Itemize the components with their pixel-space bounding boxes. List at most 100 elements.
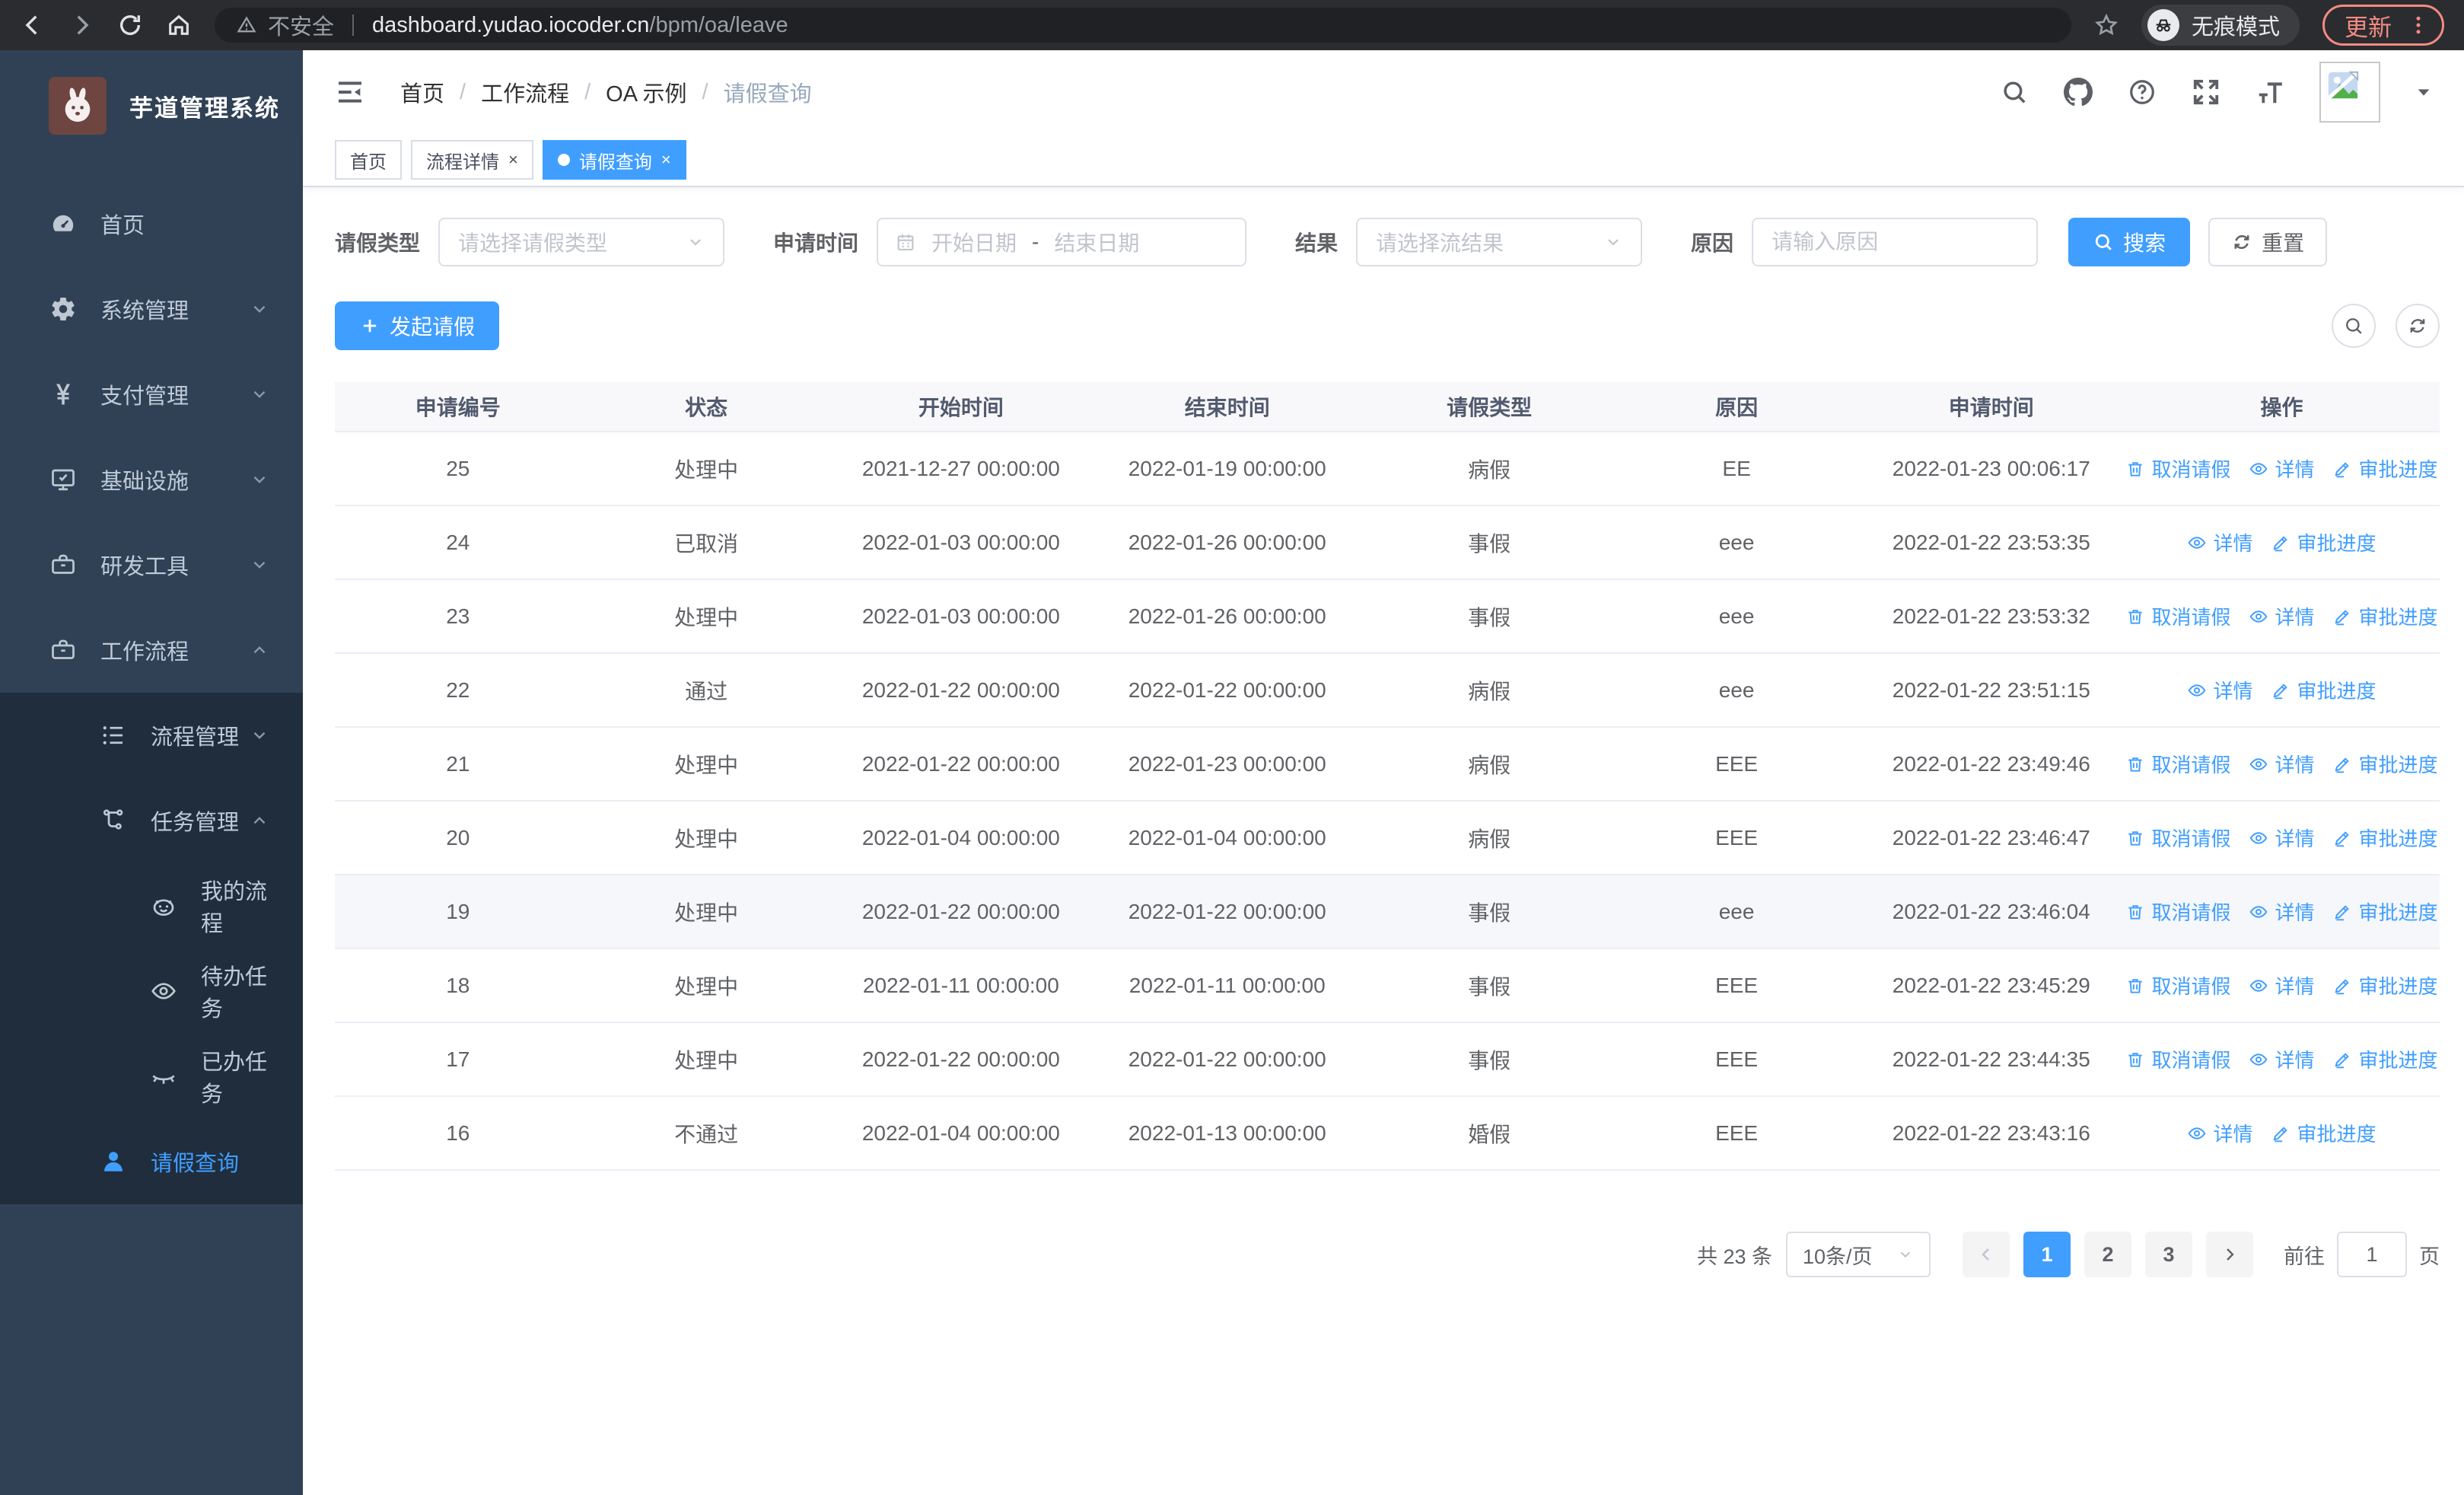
approval-progress-link[interactable]: 审批进度: [2271, 1119, 2376, 1147]
chevron-down-icon[interactable]: [2415, 84, 2432, 100]
avatar[interactable]: [2319, 62, 2380, 123]
browser-update-button[interactable]: 更新: [2322, 5, 2444, 46]
cancel-leave-link[interactable]: 取消请假: [2125, 897, 2230, 926]
action-label: 取消请假: [2151, 458, 2231, 481]
result-select[interactable]: 请选择流结果: [1356, 218, 1643, 266]
action-label: 审批进度: [2358, 1049, 2438, 1072]
sidebar-item-已办任务[interactable]: 已办任务: [0, 1034, 303, 1119]
cell-start: 2022-01-22 00:00:00: [861, 751, 1060, 776]
breadcrumb-item-工作流程[interactable]: 工作流程: [481, 76, 569, 108]
cancel-leave-link[interactable]: 取消请假: [2125, 750, 2230, 778]
cancel-leave-link[interactable]: 取消请假: [2125, 454, 2230, 483]
leave-type-select[interactable]: 请选择请假类型: [438, 218, 725, 266]
tab-首页[interactable]: 首页: [335, 140, 402, 180]
cancel-leave-link[interactable]: 取消请假: [2125, 971, 2230, 999]
sidebar-item-请假查询[interactable]: 请假查询: [0, 1119, 303, 1204]
sidebar-item-首页[interactable]: 首页: [0, 181, 303, 266]
sidebar-item-研发工具[interactable]: 研发工具: [0, 522, 303, 607]
show-search-button[interactable]: [2332, 304, 2376, 348]
forward-icon[interactable]: [68, 12, 94, 38]
pen-icon: [2332, 1050, 2352, 1069]
address-bar[interactable]: 不安全 dashboard.yudao.iocoder.cn/bpm/oa/le…: [215, 8, 2071, 43]
fullscreen-icon[interactable]: [2192, 78, 2220, 107]
sidebar-item-待办任务[interactable]: 待办任务: [0, 948, 303, 1034]
chevron-down-icon: [1604, 233, 1622, 251]
page-size-select[interactable]: 10条/页: [1786, 1232, 1931, 1277]
app-logo[interactable]: 芋道管理系统: [0, 50, 303, 161]
menu-fold-icon[interactable]: [335, 77, 365, 107]
bookmark-star-icon[interactable]: [2094, 13, 2119, 37]
sidebar-item-工作流程[interactable]: 工作流程: [0, 607, 303, 693]
cancel-leave-link[interactable]: 取消请假: [2125, 1045, 2230, 1073]
search-button[interactable]: 搜索: [2068, 218, 2191, 266]
approval-progress-link[interactable]: 审批进度: [2332, 602, 2438, 630]
kebab-menu-icon[interactable]: [2407, 14, 2430, 37]
detail-link[interactable]: 详情: [2249, 897, 2314, 926]
approval-progress-link[interactable]: 审批进度: [2332, 824, 2438, 852]
prev-page-button[interactable]: [1963, 1232, 2010, 1277]
action-label: 审批进度: [2358, 975, 2438, 998]
cell-type: 婚假: [1468, 1122, 1511, 1146]
approval-progress-link[interactable]: 审批进度: [2332, 454, 2438, 483]
reason-input[interactable]: [1752, 218, 2039, 266]
approval-progress-link[interactable]: 审批进度: [2332, 971, 2438, 999]
close-icon[interactable]: ×: [508, 150, 518, 170]
sidebar-item-基础设施[interactable]: 基础设施: [0, 437, 303, 522]
detail-link[interactable]: 详情: [2249, 1045, 2314, 1073]
sidebar-item-我的流程[interactable]: 我的流程: [0, 863, 303, 948]
home-icon[interactable]: [166, 12, 192, 38]
close-icon[interactable]: ×: [661, 150, 671, 170]
detail-link[interactable]: 详情: [2187, 528, 2252, 556]
cell-end: 2022-01-11 00:00:00: [1129, 973, 1326, 997]
back-icon[interactable]: [20, 12, 46, 38]
sidebar-item-流程管理[interactable]: 流程管理: [0, 693, 303, 778]
github-icon[interactable]: [2064, 78, 2093, 107]
next-page-button[interactable]: [2206, 1232, 2253, 1277]
cancel-leave-link[interactable]: 取消请假: [2125, 602, 2230, 630]
breadcrumb-item-首页[interactable]: 首页: [400, 76, 444, 108]
search-icon[interactable]: [2000, 78, 2029, 107]
sidebar-item-label: 工作流程: [100, 640, 189, 665]
approval-progress-link[interactable]: 审批进度: [2271, 528, 2376, 556]
help-icon[interactable]: [2128, 78, 2157, 107]
page-button-1[interactable]: 1: [2023, 1232, 2071, 1277]
breadcrumb-item-OA示例[interactable]: OA 示例: [606, 76, 686, 108]
tab-请假查询[interactable]: 请假查询 ×: [542, 140, 686, 180]
sidebar-item-支付管理[interactable]: 支付管理: [0, 352, 303, 437]
apply-time-range-picker[interactable]: 开始日期 - 结束日期: [877, 218, 1247, 266]
sidebar-item-系统管理[interactable]: 系统管理: [0, 266, 303, 352]
end-date-placeholder: 结束日期: [1054, 231, 1140, 255]
detail-link[interactable]: 详情: [2249, 454, 2314, 483]
cell-type: 事假: [1468, 901, 1511, 925]
breadcrumb: 首页 / 工作流程 / OA 示例 / 请假查询: [400, 76, 812, 108]
tab-label: 流程详情: [426, 151, 499, 173]
reason-label: 原因: [1691, 231, 1734, 255]
detail-link[interactable]: 详情: [2249, 602, 2314, 630]
tab-流程详情[interactable]: 流程详情 ×: [411, 140, 533, 180]
chevron-down-icon: [250, 470, 269, 489]
detail-link[interactable]: 详情: [2187, 676, 2252, 704]
detail-link[interactable]: 详情: [2187, 1119, 2252, 1147]
goto-page-input[interactable]: [2337, 1232, 2407, 1277]
reset-button[interactable]: 重置: [2208, 218, 2328, 266]
detail-link[interactable]: 详情: [2249, 750, 2314, 778]
page-button-2[interactable]: 2: [2084, 1232, 2131, 1277]
detail-link[interactable]: 详情: [2249, 971, 2314, 999]
reload-icon[interactable]: [117, 12, 143, 38]
action-label: 审批进度: [2297, 680, 2376, 703]
font-size-icon[interactable]: [2255, 78, 2284, 107]
detail-link[interactable]: 详情: [2249, 824, 2314, 852]
approval-progress-link[interactable]: 审批进度: [2271, 676, 2376, 704]
refresh-table-button[interactable]: [2396, 304, 2440, 348]
cell-reason: EEE: [1715, 751, 1759, 776]
cancel-leave-link[interactable]: 取消请假: [2125, 824, 2230, 852]
pen-icon: [2332, 976, 2352, 996]
sidebar-item-任务管理[interactable]: 任务管理: [0, 778, 303, 863]
approval-progress-link[interactable]: 审批进度: [2332, 1045, 2438, 1073]
page-button-3[interactable]: 3: [2145, 1232, 2192, 1277]
approval-progress-link[interactable]: 审批进度: [2332, 897, 2438, 926]
sidebar-item-label: 研发工具: [100, 555, 189, 579]
cell-start: 2022-01-04 00:00:00: [861, 825, 1060, 850]
approval-progress-link[interactable]: 审批进度: [2332, 750, 2438, 778]
create-leave-button[interactable]: 发起请假: [335, 301, 500, 350]
